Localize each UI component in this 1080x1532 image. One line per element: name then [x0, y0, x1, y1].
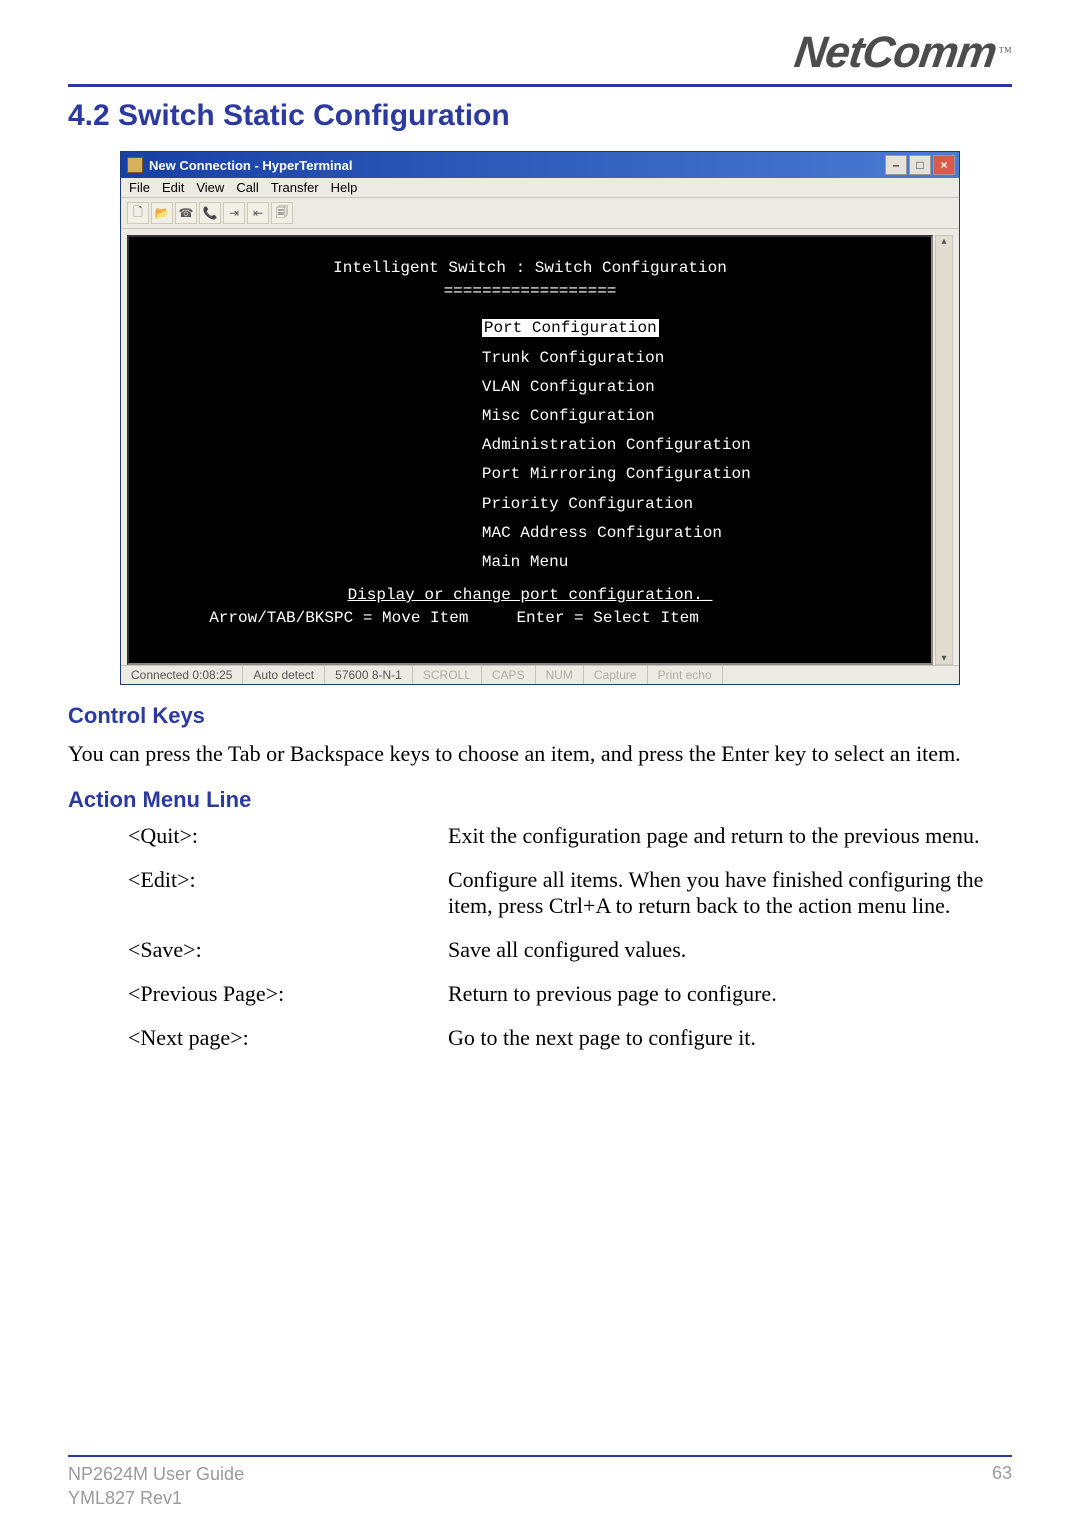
action-row: <Previous Page>: Return to previous page…: [128, 981, 1012, 1007]
window-titlebar[interactable]: New Connection - HyperTerminal – □ ×: [121, 152, 959, 178]
terminal-nav-hint: Arrow/TAB/BKSPC = Move Item Enter = Sele…: [129, 607, 931, 630]
toolbar-receive-icon[interactable]: ⇤: [247, 202, 269, 224]
window-title: New Connection - HyperTerminal: [149, 158, 352, 173]
scroll-down-icon[interactable]: ▾: [941, 653, 946, 664]
status-caps: CAPS: [482, 666, 536, 684]
terminal-menu-item[interactable]: VLAN Configuration: [129, 376, 931, 399]
minimize-button[interactable]: –: [885, 155, 907, 175]
terminal-menu-item[interactable]: Priority Configuration: [129, 493, 931, 516]
terminal-help-line: Display or change port configuration._: [129, 584, 931, 607]
control-keys-heading: Control Keys: [68, 703, 1012, 729]
terminal-menu-item[interactable]: Port Mirroring Configuration: [129, 463, 931, 486]
hyperterminal-window: New Connection - HyperTerminal – □ × Fil…: [120, 151, 960, 685]
status-capture: Capture: [584, 666, 648, 684]
terminal-menu-item[interactable]: Trunk Configuration: [129, 347, 931, 370]
footer-page-number: 63: [992, 1463, 1012, 1510]
action-key-quit: <Quit>:: [128, 823, 448, 849]
terminal-menu-item[interactable]: Misc Configuration: [129, 405, 931, 428]
action-desc: Configure all items. When you have finis…: [448, 867, 1012, 919]
status-connected: Connected 0:08:25: [121, 666, 243, 684]
menu-bar[interactable]: File Edit View Call Transfer Help: [121, 178, 959, 198]
menu-view[interactable]: View: [196, 180, 224, 195]
terminal-menu-item[interactable]: Administration Configuration: [129, 434, 931, 457]
control-keys-paragraph: You can press the Tab or Backspace keys …: [68, 739, 1012, 769]
toolbar-props-icon[interactable]: 🗐: [271, 202, 293, 224]
menu-edit[interactable]: Edit: [162, 180, 184, 195]
menu-call[interactable]: Call: [236, 180, 258, 195]
menu-help[interactable]: Help: [331, 180, 358, 195]
action-key-next-page: <Next page>:: [128, 1025, 448, 1051]
toolbar-send-icon[interactable]: ⇥: [223, 202, 245, 224]
terminal-divider: ==================: [129, 280, 931, 303]
section-title: 4.2 Switch Static Configuration: [68, 99, 1012, 133]
header-logo-row: NetComm ™: [68, 28, 1012, 78]
action-row: <Quit>: Exit the configuration page and …: [128, 823, 1012, 849]
app-icon: [127, 157, 143, 173]
action-menu-heading: Action Menu Line: [68, 787, 1012, 813]
status-baud: 57600 8-N-1: [325, 666, 413, 684]
close-button[interactable]: ×: [933, 155, 955, 175]
action-desc: Exit the configuration page and return t…: [448, 823, 1012, 849]
action-menu-table: <Quit>: Exit the configuration page and …: [68, 823, 1012, 1051]
action-key-edit: <Edit>:: [128, 867, 448, 919]
footer-doc-title: NP2624M User Guide: [68, 1463, 244, 1486]
terminal-menu-item[interactable]: Port Configuration: [129, 317, 931, 340]
toolbar-open-icon[interactable]: 📂: [151, 202, 173, 224]
terminal-area[interactable]: Intelligent Switch : Switch Configuratio…: [127, 235, 933, 665]
maximize-button[interactable]: □: [909, 155, 931, 175]
brand-tm: ™: [998, 45, 1012, 61]
terminal-menu-item[interactable]: MAC Address Configuration: [129, 522, 931, 545]
toolbar-new-icon[interactable]: 🗋: [127, 202, 149, 224]
terminal-menu-list: Port Configuration Trunk Configuration V…: [129, 317, 931, 574]
toolbar-call-icon[interactable]: ☎: [175, 202, 197, 224]
status-scroll: SCROLL: [413, 666, 482, 684]
status-detect: Auto detect: [243, 666, 325, 684]
menu-transfer[interactable]: Transfer: [271, 180, 319, 195]
scroll-up-icon[interactable]: ▴: [941, 236, 946, 247]
action-desc: Save all configured values.: [448, 937, 1012, 963]
page-footer: NP2624M User Guide YML827 Rev1 63: [68, 1455, 1012, 1510]
header-rule: [68, 84, 1012, 87]
action-row: <Edit>: Configure all items. When you ha…: [128, 867, 1012, 919]
toolbar: 🗋 📂 ☎ 📞 ⇥ ⇤ 🗐: [121, 198, 959, 229]
status-printecho: Print echo: [648, 666, 723, 684]
footer-doc-rev: YML827 Rev1: [68, 1487, 244, 1510]
terminal-header: Intelligent Switch : Switch Configuratio…: [129, 257, 931, 280]
menu-file[interactable]: File: [129, 180, 150, 195]
brand-logo: NetComm: [792, 28, 1000, 78]
toolbar-hangup-icon[interactable]: 📞: [199, 202, 221, 224]
status-num: NUM: [536, 666, 584, 684]
scrollbar[interactable]: ▴ ▾: [935, 235, 953, 665]
terminal-menu-item[interactable]: Main Menu: [129, 551, 931, 574]
action-desc: Go to the next page to configure it.: [448, 1025, 1012, 1051]
action-desc: Return to previous page to configure.: [448, 981, 1012, 1007]
action-key-save: <Save>:: [128, 937, 448, 963]
action-key-previous-page: <Previous Page>:: [128, 981, 448, 1007]
status-bar: Connected 0:08:25 Auto detect 57600 8-N-…: [121, 665, 959, 684]
action-row: <Save>: Save all configured values.: [128, 937, 1012, 963]
action-row: <Next page>: Go to the next page to conf…: [128, 1025, 1012, 1051]
